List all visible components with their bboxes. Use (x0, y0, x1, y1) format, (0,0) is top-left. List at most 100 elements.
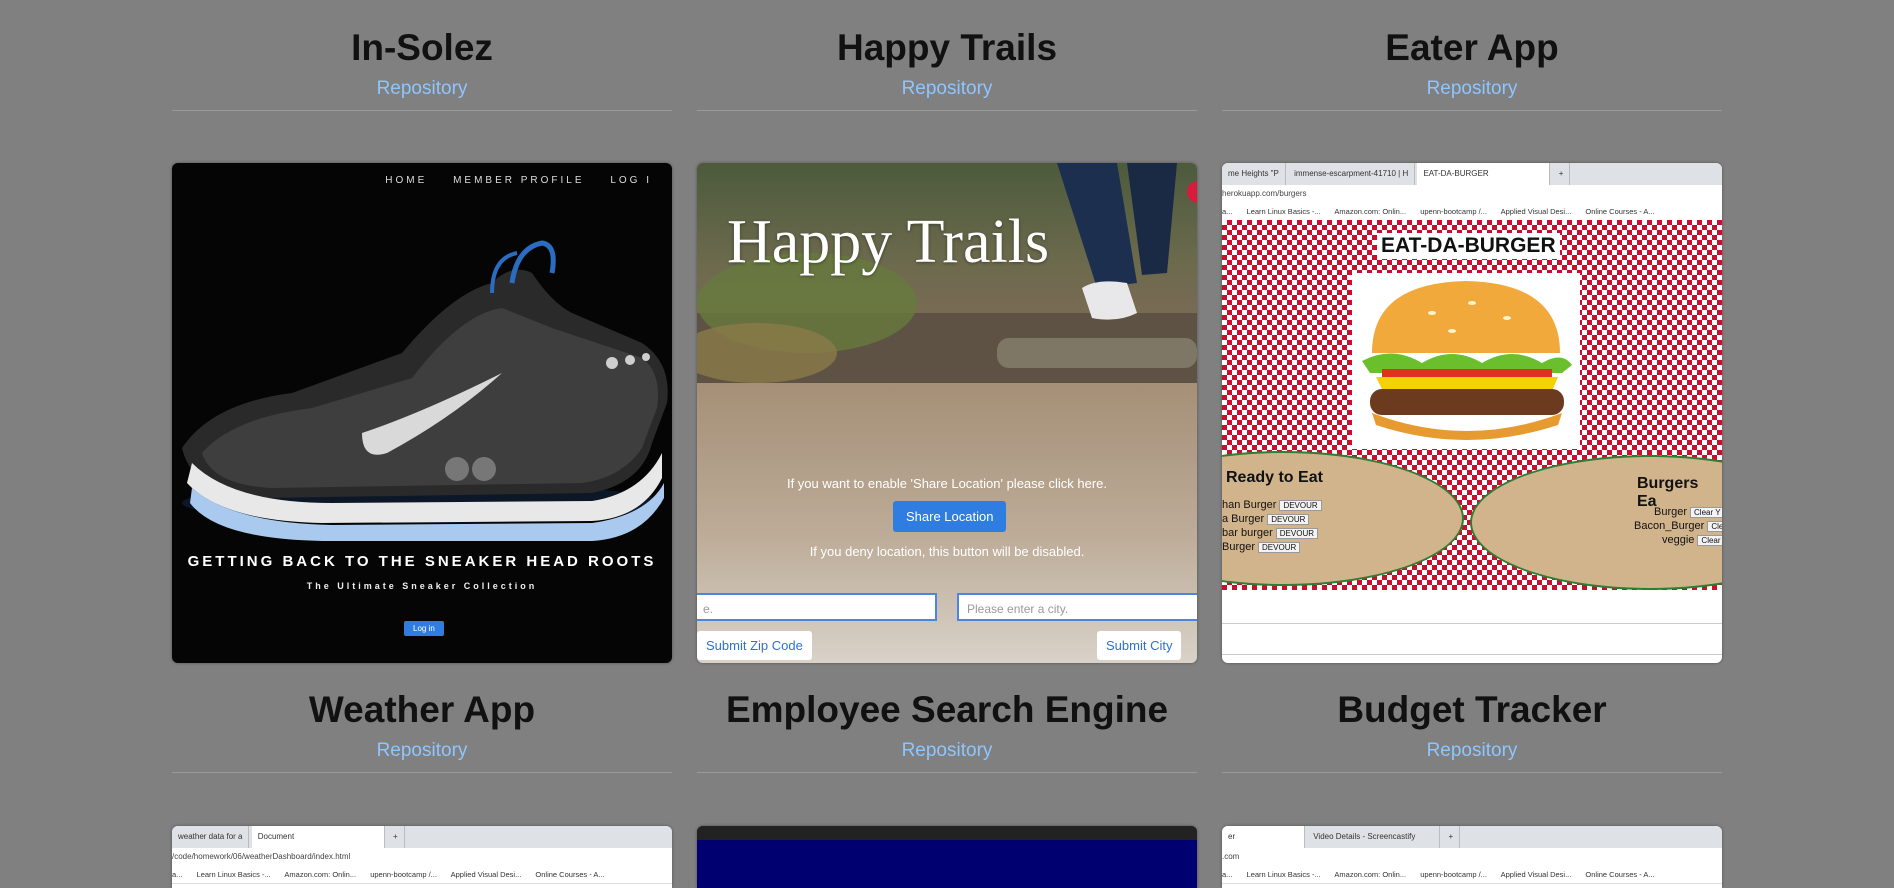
site-nav: HOME MEMBER PROFILE LOG I (385, 175, 672, 186)
devour-button: DEVOUR (1275, 528, 1318, 539)
eaten-row: Burger Clear Y (1654, 506, 1722, 518)
bookmark-item: a... (172, 870, 183, 879)
burger-icon (1362, 281, 1572, 440)
project-title: Happy Trails (836, 27, 1058, 68)
burger-row: han Burger DEVOUR (1222, 499, 1322, 511)
screenshot-top-bar (697, 826, 1197, 840)
project-screenshot-weather[interactable]: weather data for a Document + /code/home… (172, 826, 672, 888)
devour-button: DEVOUR (1279, 500, 1322, 511)
browser-tab-active: EAT-DA-BURGER (1417, 163, 1551, 185)
project-card-budget-tracker: Budget Tracker Repository (1222, 662, 1722, 774)
banner-title: Happy Trails (727, 208, 1050, 276)
repository-link[interactable]: Repository (902, 740, 993, 762)
new-tab-icon: + (1442, 826, 1461, 848)
share-location-button: Share Location (893, 501, 1007, 532)
project-screenshot[interactable]: Happy Trails If you want to enable 'Shar… (697, 163, 1197, 663)
enable-location-message: If you want to enable 'Share Location' p… (786, 476, 1108, 491)
nav-item-member-profile: MEMBER PROFILE (453, 175, 585, 186)
project-screenshot[interactable]: me Heights "P immense-escarpment-41710 |… (1222, 163, 1722, 663)
bookmark-item: Online Courses - A... (535, 870, 605, 879)
ready-to-eat-title: Ready to Eat (1226, 469, 1323, 486)
project-card-happy-trails: Happy Trails Repository Happy Trails If … (697, 0, 1197, 663)
browser-bookmarks-bar: a... Learn Linux Basics -... Amazon.com:… (172, 866, 672, 884)
browser-tab-bar: me Heights "P immense-escarpment-41710 |… (1222, 163, 1722, 185)
burger-name: veggie (1662, 534, 1695, 546)
clear-button: Clear Y (1690, 507, 1722, 518)
repository-link[interactable]: Repository (1427, 78, 1518, 100)
bookmark-item: Online Courses - A... (1585, 207, 1655, 216)
burger-name: a Burger (1222, 513, 1265, 525)
browser-url-bar: herokuapp.com/burgers (1222, 185, 1722, 204)
login-button: Log in (404, 621, 444, 636)
bookmark-item: a... (1222, 870, 1233, 879)
bookmark-item: upenn-bootcamp /... (1420, 870, 1487, 879)
sneaker-image (182, 240, 668, 541)
card-header: Happy Trails Repository (697, 0, 1197, 112)
burger-row: bar burger DEVOUR (1222, 527, 1318, 539)
project-card-eater-app: Eater App Repository me Heights "P immen… (1222, 0, 1722, 663)
city-input: Please enter a city. (957, 593, 1197, 621)
project-screenshot[interactable]: HOME MEMBER PROFILE LOG I GETTING BACK T (172, 163, 672, 663)
card-header: Employee Search Engine Repository (697, 662, 1197, 774)
project-title: In-Solez (351, 27, 493, 68)
burger-row: a Burger DEVOUR (1222, 513, 1310, 525)
burger-name: han Burger (1222, 499, 1277, 511)
browser-tab-active: Document (251, 826, 385, 848)
repository-link[interactable]: Repository (377, 78, 468, 100)
repository-link[interactable]: Repository (377, 740, 468, 762)
bookmark-item: Amazon.com: Onlin... (1334, 870, 1407, 879)
portfolio-page: In-Solez Repository HOME MEMBER PROFILE … (0, 0, 1894, 888)
bookmark-item: upenn-bootcamp /... (370, 870, 437, 879)
bookmark-item: Applied Visual Desi... (1500, 870, 1572, 879)
submit-city-button: Submit City (1097, 631, 1182, 660)
card-header: Weather App Repository (172, 662, 672, 774)
submit-zip-button: Submit Zip Code (697, 631, 812, 660)
bookmark-item: a... (1222, 207, 1233, 216)
trail-banner: Happy Trails (697, 163, 1197, 383)
clear-button: Clear Y (1697, 535, 1722, 546)
browser-url-bar: .com (1222, 848, 1722, 867)
hero-headline: GETTING BACK TO THE SNEAKER HEAD ROOTS (187, 553, 657, 570)
card-header: Eater App Repository (1222, 0, 1722, 112)
bookmark-item: Amazon.com: Onlin... (284, 870, 357, 879)
zip-code-input: e. (697, 593, 937, 621)
page-bottom-bar (1222, 623, 1722, 655)
project-card-in-solez: In-Solez Repository HOME MEMBER PROFILE … (172, 0, 672, 663)
burger-name: bar burger (1222, 527, 1273, 539)
eaten-row: Bacon_BurgerClear Y (1634, 520, 1722, 532)
devour-button: DEVOUR (1267, 514, 1310, 525)
project-screenshot-budget[interactable]: er Video Details - Screencastify + .com … (1222, 826, 1722, 888)
eaten-row: veggieClear Y (1662, 534, 1722, 546)
project-title: Eater App (1385, 27, 1559, 68)
bookmark-item: Amazon.com: Onlin... (1334, 207, 1407, 216)
card-header: Budget Tracker Repository (1222, 662, 1722, 774)
bookmark-item: Applied Visual Desi... (1500, 207, 1572, 216)
project-title: Employee Search Engine (725, 689, 1169, 730)
nav-item-home: HOME (385, 175, 428, 186)
new-tab-icon: + (1553, 163, 1571, 185)
project-screenshot-employee-search[interactable] (697, 826, 1197, 888)
bookmark-item: upenn-bootcamp /... (1420, 207, 1487, 216)
bookmark-item: Online Courses - A... (1585, 870, 1655, 879)
browser-tab: me Heights "P (1222, 163, 1286, 185)
bookmark-item: Learn Linux Basics -... (1246, 207, 1321, 216)
burger-name: Bacon_Burger (1634, 520, 1705, 532)
browser-tab-bar: weather data for a Document + (172, 826, 672, 848)
card-header: In-Solez Repository (172, 0, 672, 112)
burger-page-title: EAT-DA-BURGER (1377, 233, 1560, 259)
burger-name: Burger (1222, 541, 1256, 553)
project-card-employee-search: Employee Search Engine Repository (697, 662, 1197, 774)
browser-tab: immense-escarpment-41710 | H (1288, 163, 1416, 185)
bookmark-item: Learn Linux Basics -... (196, 870, 271, 879)
bookmark-item: Applied Visual Desi... (450, 870, 522, 879)
project-card-weather-app: Weather App Repository (172, 662, 672, 774)
burger-name: Burger (1654, 506, 1688, 518)
browser-tab: Video Details - Screencastify (1307, 826, 1441, 848)
burger-row: Burger DEVOUR (1222, 541, 1301, 553)
nav-item-login: LOG I (610, 175, 652, 186)
browser-url-bar: /code/homework/06/weatherDashboard/index… (172, 848, 672, 867)
new-tab-icon: + (387, 826, 405, 848)
devour-button: DEVOUR (1258, 542, 1301, 553)
repository-link[interactable]: Repository (902, 78, 993, 100)
repository-link[interactable]: Repository (1427, 740, 1518, 762)
